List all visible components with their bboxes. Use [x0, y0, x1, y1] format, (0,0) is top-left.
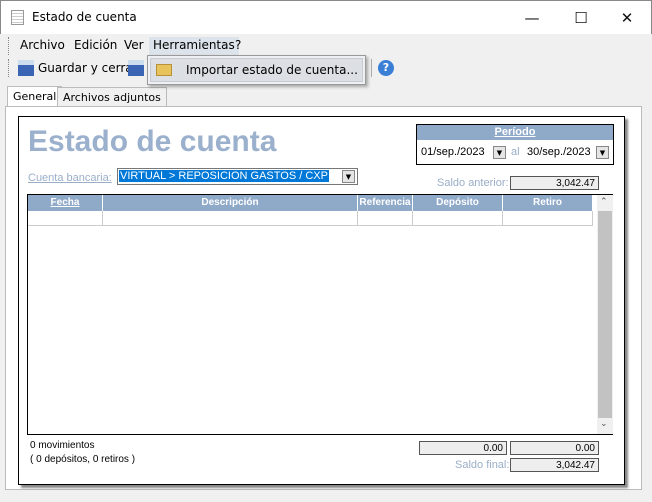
menu-herramientas[interactable]: Herramientas: [149, 37, 239, 55]
col-referencia[interactable]: Referencia: [358, 195, 413, 211]
tab-archivos-adjuntos[interactable]: Archivos adjuntos: [57, 87, 167, 107]
menu-edicion[interactable]: Edición: [70, 37, 121, 55]
col-fecha[interactable]: Fecha: [28, 195, 103, 211]
period-box: Período 01/sep./2023 ▼ al 30/sep./2023 ▼: [416, 124, 614, 165]
movements-detail: ( 0 depósitos, 0 retiros ): [30, 454, 136, 465]
col-retiro[interactable]: Retiro: [503, 195, 593, 211]
folder-import-icon: [156, 64, 172, 76]
import-label: Importar estado de cuenta...: [186, 63, 358, 77]
prev-balance: 3,042.47: [510, 176, 599, 190]
final-balance-label: Saldo final:: [455, 459, 510, 471]
menu-archivo[interactable]: Archivo: [16, 37, 69, 55]
movements-table: Fecha Descripción Referencia Depósito Re…: [27, 194, 613, 435]
final-balance: 3,042.47: [510, 458, 599, 472]
date-sep: al: [511, 146, 520, 158]
save-close-button[interactable]: Guardar y cerrar: [38, 61, 138, 75]
scrollbar-thumb[interactable]: [598, 211, 612, 418]
scroll-down-icon[interactable]: ⌄: [600, 419, 608, 429]
tab-general[interactable]: General: [7, 86, 63, 107]
menu-bar: Archivo Edición Ver Herramientas ?: [0, 34, 652, 56]
document-icon: [11, 10, 24, 25]
total-withdrawals: 0.00: [510, 441, 599, 455]
menu-help[interactable]: ?: [231, 37, 245, 55]
col-descripcion[interactable]: Descripción: [103, 195, 358, 211]
minimize-button[interactable]: —: [512, 5, 552, 31]
grip: [8, 59, 10, 77]
save-icon[interactable]: [128, 60, 144, 76]
prev-balance-label: Saldo anterior:: [437, 177, 509, 189]
account-select[interactable]: VIRTUAL > REPOSICION GASTOS / CXP ▼: [117, 168, 358, 185]
date-from[interactable]: 01/sep./2023: [421, 146, 485, 158]
help-icon[interactable]: ?: [378, 60, 394, 76]
account-label: Cuenta bancaria:: [28, 172, 112, 184]
date-to-dropdown-icon[interactable]: ▼: [596, 146, 609, 159]
page-title: Estado de cuenta: [28, 125, 277, 158]
col-deposito[interactable]: Depósito: [413, 195, 503, 211]
vertical-scrollbar[interactable]: ⌃ ⌄: [597, 195, 613, 434]
separator: [371, 59, 372, 77]
herramientas-dropdown: Importar estado de cuenta...: [147, 55, 366, 85]
save-icon: [18, 60, 34, 76]
total-deposits: 0.00: [419, 441, 507, 455]
menu-item-import[interactable]: Importar estado de cuenta...: [150, 58, 363, 82]
chevron-down-icon[interactable]: ▼: [342, 170, 355, 183]
scroll-up-icon[interactable]: ⌃: [600, 197, 608, 207]
empty-row[interactable]: [28, 211, 593, 226]
grip: [8, 37, 10, 55]
movements-count: 0 movimientos: [30, 440, 95, 451]
maximize-button[interactable]: ☐: [561, 5, 601, 31]
title-bar: Estado de cuenta — ☐ ✕: [0, 0, 652, 34]
account-value: VIRTUAL > REPOSICION GASTOS / CXP: [119, 170, 329, 182]
date-to[interactable]: 30/sep./2023: [527, 146, 591, 158]
close-button[interactable]: ✕: [607, 5, 647, 31]
period-label: Período: [417, 125, 613, 140]
window-title: Estado de cuenta: [32, 10, 137, 24]
date-from-dropdown-icon[interactable]: ▼: [493, 146, 506, 159]
menu-ver[interactable]: Ver: [120, 37, 148, 55]
